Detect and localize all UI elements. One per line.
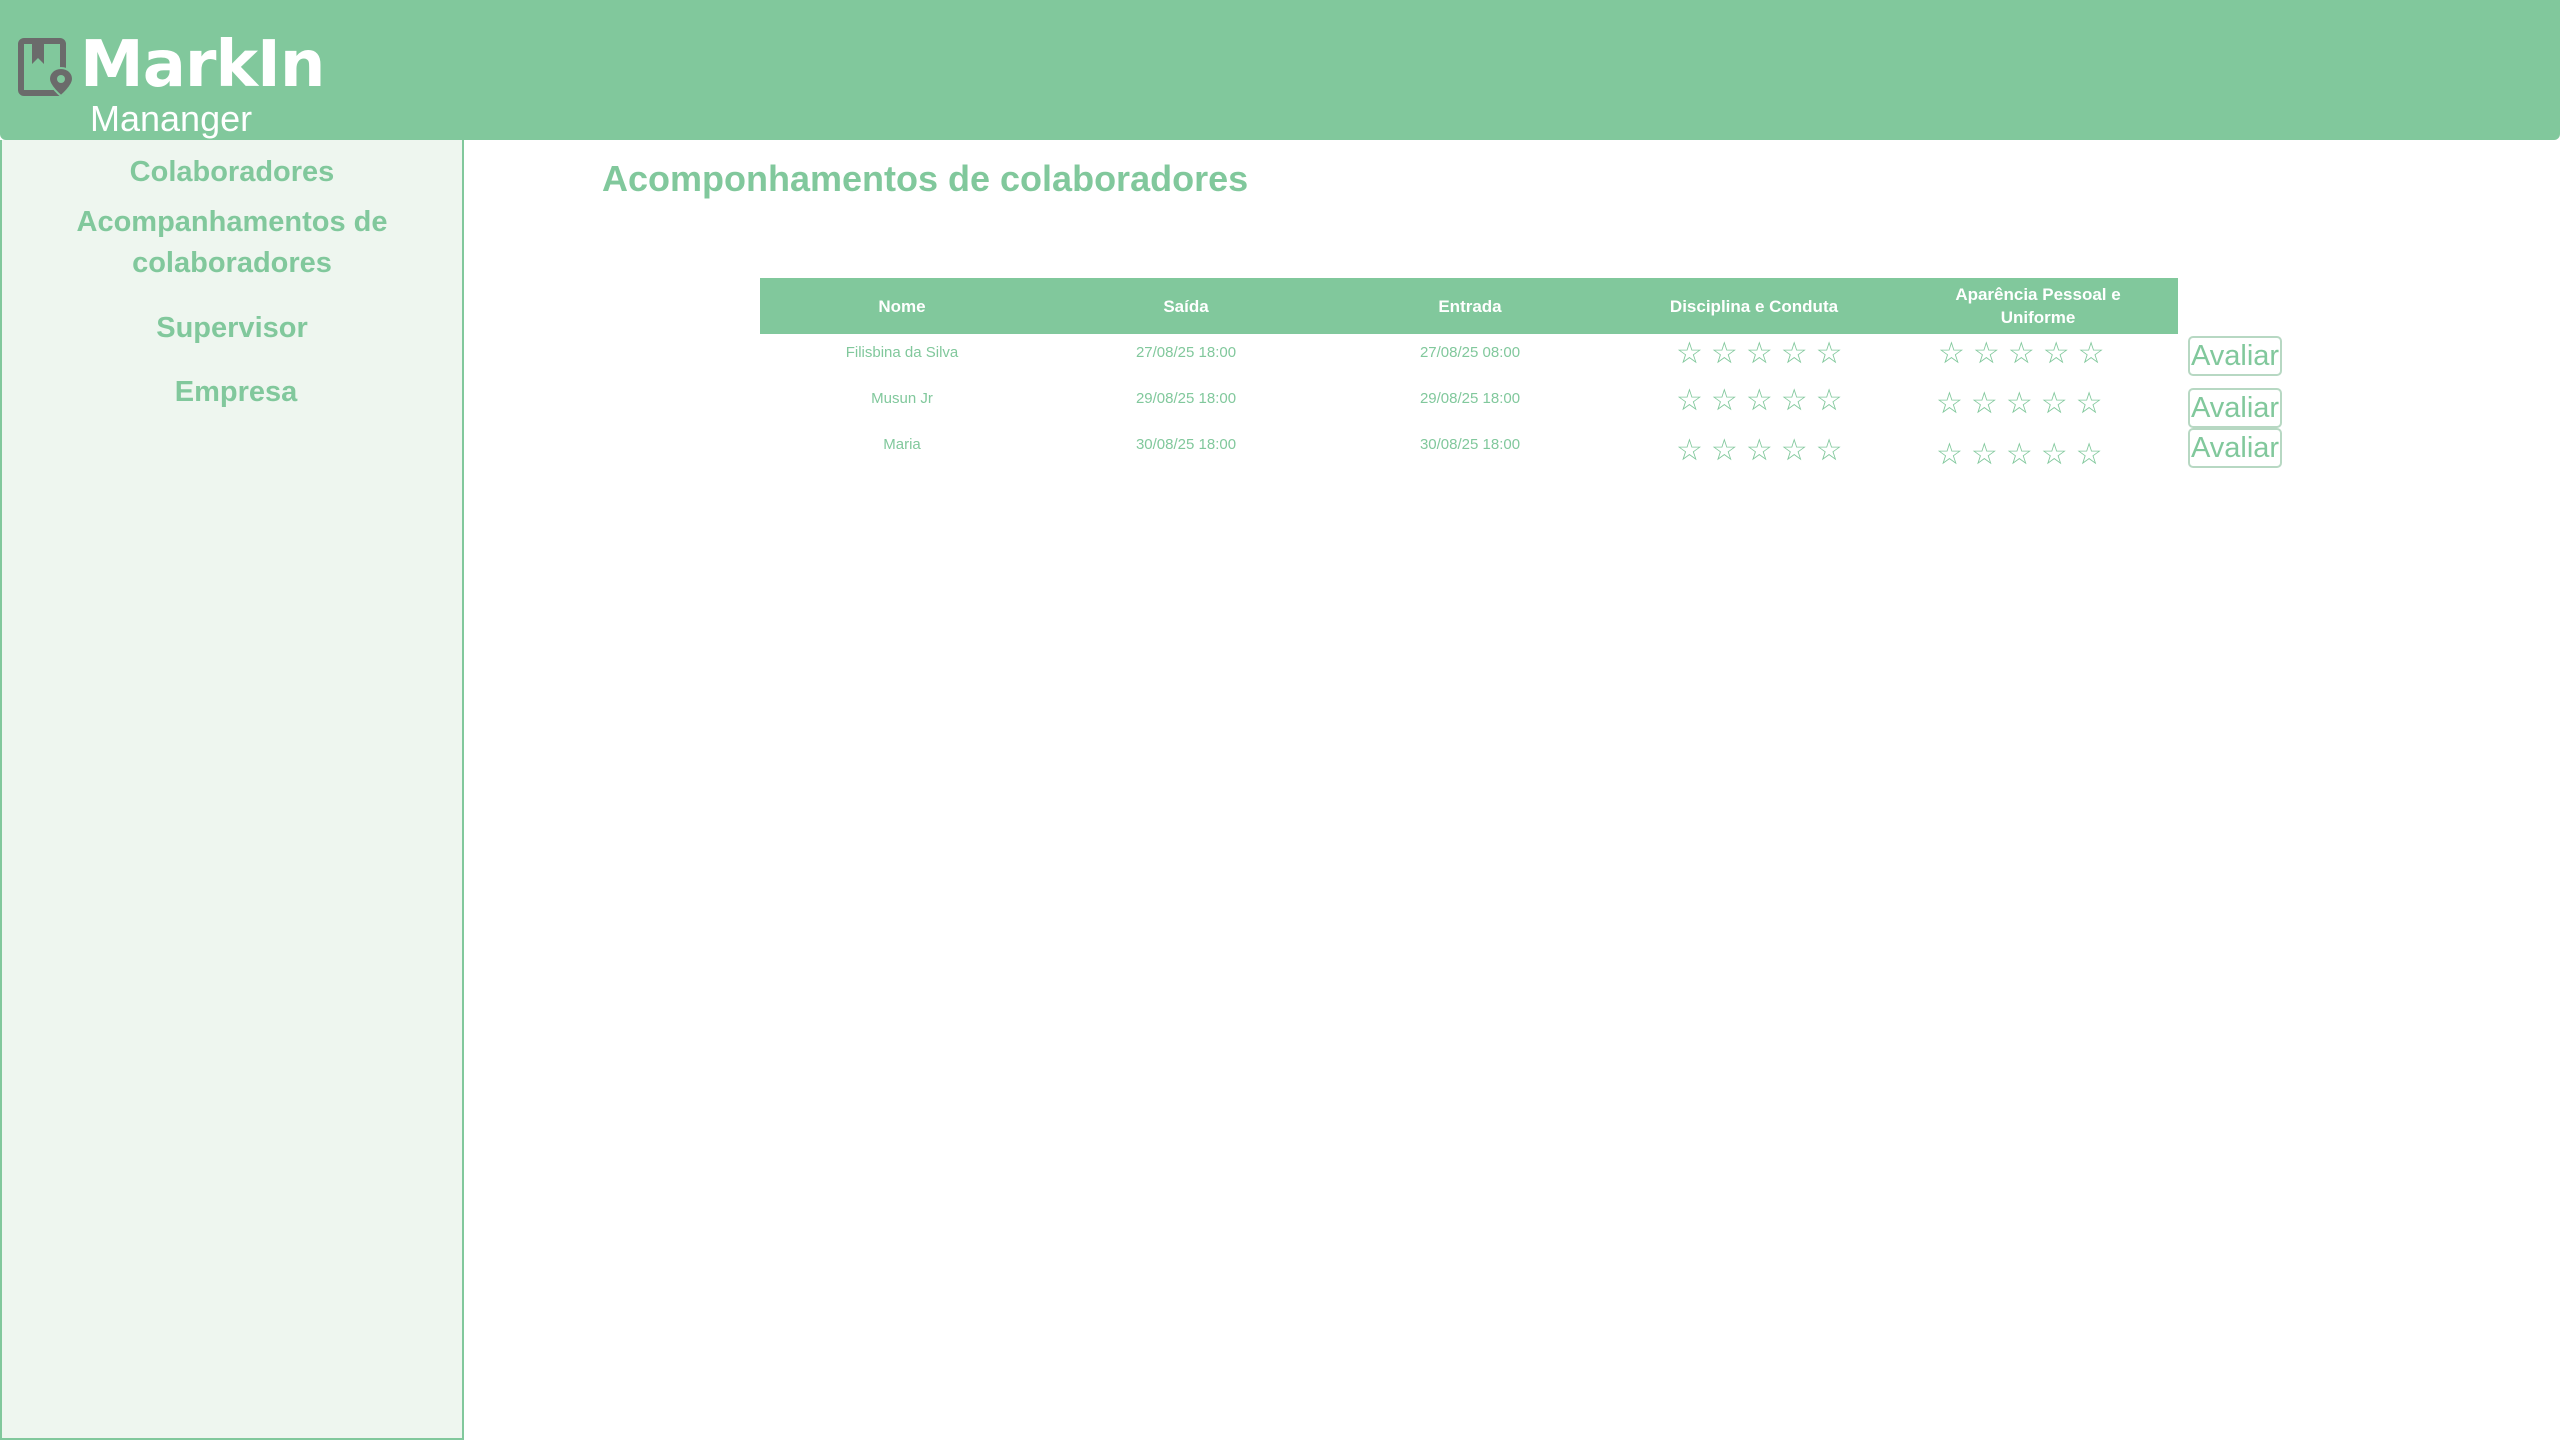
star-icon[interactable]: ☆ [1971,440,1998,470]
logo[interactable]: MarkIn Mananger [18,28,325,139]
star-icon[interactable]: ☆ [1816,436,1843,466]
table-row: Filisbina da Silva 27/08/25 18:00 27/08/… [760,336,2300,380]
star-icon[interactable]: ☆ [2076,440,2103,470]
cell-entrada: 27/08/25 08:00 [1419,344,1521,361]
sidebar-item-empresa[interactable]: Empresa [6,372,466,413]
bookmark-location-icon [18,38,74,98]
column-header-nome: Nome [878,296,926,316]
star-icon[interactable]: ☆ [2043,339,2070,369]
star-icon[interactable]: ☆ [1781,436,1808,466]
aparencia-rating: ☆ ☆ ☆ ☆ ☆ [1936,389,2103,419]
star-icon[interactable]: ☆ [1746,386,1773,416]
disciplina-rating: ☆ ☆ ☆ ☆ ☆ [1676,386,1843,416]
star-icon[interactable]: ☆ [1936,440,1963,470]
table-row: Maria 30/08/25 18:00 30/08/25 18:00 ☆ ☆ … [760,428,2300,472]
cell-nome: Maria [883,436,921,453]
star-icon[interactable]: ☆ [2076,389,2103,419]
cell-saida: 27/08/25 18:00 [1135,344,1237,361]
disciplina-rating: ☆ ☆ ☆ ☆ ☆ [1676,436,1843,466]
cell-nome: Filisbina da Silva [845,344,959,361]
star-icon[interactable]: ☆ [1676,339,1703,369]
sidebar-item-acompanhamentos[interactable]: Acompanhamentos de colaboradores [2,202,462,284]
column-header-aparencia: Aparência Pessoal e Uniforme [1955,285,2121,327]
app-header: MarkIn Mananger [0,0,2560,140]
sidebar-item-colaboradores[interactable]: Colaboradores [2,152,462,193]
aparencia-rating: ☆ ☆ ☆ ☆ ☆ [1938,339,2105,369]
column-header-entrada: Entrada [1438,296,1502,316]
star-icon[interactable]: ☆ [1711,386,1738,416]
star-icon[interactable]: ☆ [1711,339,1738,369]
page-title: Acomponhamentos de colaboradores [602,158,1249,199]
table-row: Musun Jr 29/08/25 18:00 29/08/25 18:00 ☆… [760,382,2300,428]
cell-saida: 30/08/25 18:00 [1135,436,1237,453]
star-icon[interactable]: ☆ [2041,440,2068,470]
cell-entrada: 30/08/25 18:00 [1419,436,1521,453]
disciplina-rating: ☆ ☆ ☆ ☆ ☆ [1676,339,1843,369]
star-icon[interactable]: ☆ [1938,339,1965,369]
star-icon[interactable]: ☆ [1816,386,1843,416]
star-icon[interactable]: ☆ [1973,339,2000,369]
sidebar: Colaboradores Acompanhamentos de colabor… [0,140,464,1440]
star-icon[interactable]: ☆ [1781,386,1808,416]
cell-entrada: 29/08/25 18:00 [1419,390,1521,407]
star-icon[interactable]: ☆ [1746,339,1773,369]
aparencia-rating: ☆ ☆ ☆ ☆ ☆ [1936,440,2103,470]
star-icon[interactable]: ☆ [1711,436,1738,466]
star-icon[interactable]: ☆ [1971,389,1998,419]
sidebar-item-supervisor[interactable]: Supervisor [2,308,462,349]
table-header: Nome Saída Entrada Disciplina e Conduta … [760,278,2178,334]
logo-subtitle: Mananger [90,98,253,139]
column-header-saida: Saída [1163,296,1209,316]
avaliar-button[interactable]: Avaliar [2188,428,2282,468]
star-icon[interactable]: ☆ [1746,436,1773,466]
star-icon[interactable]: ☆ [2006,389,2033,419]
star-icon[interactable]: ☆ [1816,339,1843,369]
cell-nome: Musun Jr [871,390,933,407]
star-icon[interactable]: ☆ [1936,389,1963,419]
cell-saida: 29/08/25 18:00 [1135,390,1237,407]
star-icon[interactable]: ☆ [2008,339,2035,369]
column-header-disciplina: Disciplina e Conduta [1669,296,1839,316]
star-icon[interactable]: ☆ [2078,339,2105,369]
star-icon[interactable]: ☆ [2041,389,2068,419]
star-icon[interactable]: ☆ [1676,386,1703,416]
star-icon[interactable]: ☆ [2006,440,2033,470]
avaliar-button[interactable]: Avaliar [2188,336,2282,376]
star-icon[interactable]: ☆ [1676,436,1703,466]
star-icon[interactable]: ☆ [1781,339,1808,369]
avaliar-button[interactable]: Avaliar [2188,388,2282,428]
logo-title: MarkIn [80,28,325,102]
